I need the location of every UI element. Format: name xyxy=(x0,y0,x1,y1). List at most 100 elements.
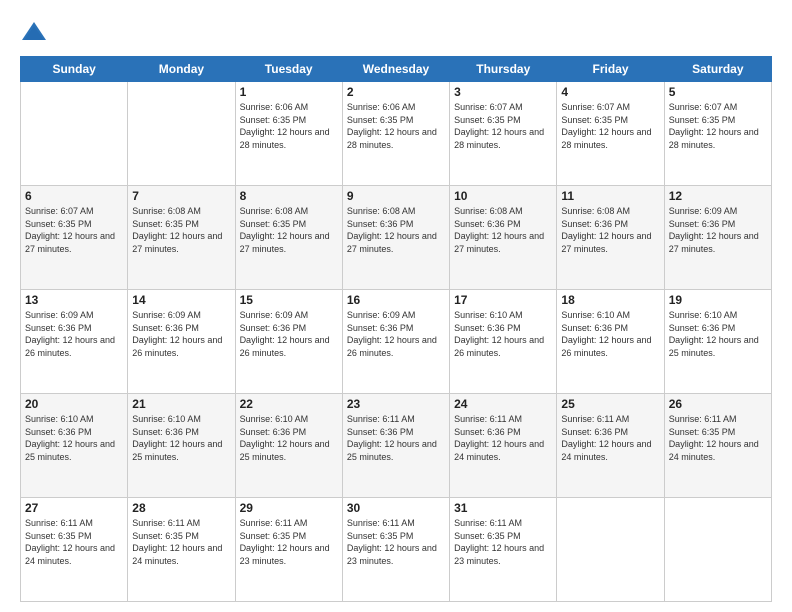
calendar-cell: 11 Sunrise: 6:08 AM Sunset: 6:36 PM Dayli… xyxy=(557,186,664,290)
day-number: 3 xyxy=(454,85,552,99)
day-number: 8 xyxy=(240,189,338,203)
day-info: Sunrise: 6:07 AM Sunset: 6:35 PM Dayligh… xyxy=(561,101,659,151)
day-info: Sunrise: 6:11 AM Sunset: 6:35 PM Dayligh… xyxy=(240,517,338,567)
day-number: 23 xyxy=(347,397,445,411)
calendar-header-sunday: Sunday xyxy=(21,57,128,82)
day-info: Sunrise: 6:07 AM Sunset: 6:35 PM Dayligh… xyxy=(669,101,767,151)
day-info: Sunrise: 6:11 AM Sunset: 6:35 PM Dayligh… xyxy=(132,517,230,567)
calendar-cell: 26 Sunrise: 6:11 AM Sunset: 6:35 PM Dayli… xyxy=(664,394,771,498)
calendar-cell: 1 Sunrise: 6:06 AM Sunset: 6:35 PM Daylig… xyxy=(235,82,342,186)
day-number: 29 xyxy=(240,501,338,515)
calendar-cell: 31 Sunrise: 6:11 AM Sunset: 6:35 PM Dayli… xyxy=(450,498,557,602)
day-info: Sunrise: 6:09 AM Sunset: 6:36 PM Dayligh… xyxy=(240,309,338,359)
calendar-cell: 25Sunrise: 6:11 AM Sunset: 6:36 PM Dayli… xyxy=(557,394,664,498)
header xyxy=(20,18,772,46)
day-number: 21 xyxy=(132,397,230,411)
calendar-cell: 5 Sunrise: 6:07 AM Sunset: 6:35 PM Daylig… xyxy=(664,82,771,186)
day-info: Sunrise: 6:10 AM Sunset: 6:36 PM Dayligh… xyxy=(240,413,338,463)
calendar-header-wednesday: Wednesday xyxy=(342,57,449,82)
day-info: Sunrise: 6:09 AM Sunset: 6:36 PM Dayligh… xyxy=(132,309,230,359)
calendar-cell: 10 Sunrise: 6:08 AM Sunset: 6:36 PM Dayli… xyxy=(450,186,557,290)
calendar-header-monday: Monday xyxy=(128,57,235,82)
day-number: 18 xyxy=(561,293,659,307)
day-number: 13 xyxy=(25,293,123,307)
calendar-cell xyxy=(664,498,771,602)
calendar-cell: 27 Sunrise: 6:11 AM Sunset: 6:35 PM Dayli… xyxy=(21,498,128,602)
calendar-cell: 8 Sunrise: 6:08 AM Sunset: 6:35 PM Daylig… xyxy=(235,186,342,290)
calendar-cell: 30Sunrise: 6:11 AM Sunset: 6:35 PM Dayli… xyxy=(342,498,449,602)
day-info: Sunrise: 6:08 AM Sunset: 6:36 PM Dayligh… xyxy=(454,205,552,255)
day-number: 7 xyxy=(132,189,230,203)
calendar-cell: 13 Sunrise: 6:09 AM Sunset: 6:36 PM Dayli… xyxy=(21,290,128,394)
calendar-cell: 23Sunrise: 6:11 AM Sunset: 6:36 PM Dayli… xyxy=(342,394,449,498)
day-number: 24 xyxy=(454,397,552,411)
day-info: Sunrise: 6:06 AM Sunset: 6:35 PM Dayligh… xyxy=(240,101,338,151)
day-number: 14 xyxy=(132,293,230,307)
day-info: Sunrise: 6:09 AM Sunset: 6:36 PM Dayligh… xyxy=(347,309,445,359)
day-info: Sunrise: 6:09 AM Sunset: 6:36 PM Dayligh… xyxy=(669,205,767,255)
calendar-week-row: 1 Sunrise: 6:06 AM Sunset: 6:35 PM Daylig… xyxy=(21,82,772,186)
day-number: 27 xyxy=(25,501,123,515)
day-info: Sunrise: 6:06 AM Sunset: 6:35 PM Dayligh… xyxy=(347,101,445,151)
calendar-cell: 22 Sunrise: 6:10 AM Sunset: 6:36 PM Dayli… xyxy=(235,394,342,498)
day-info: Sunrise: 6:10 AM Sunset: 6:36 PM Dayligh… xyxy=(669,309,767,359)
day-info: Sunrise: 6:10 AM Sunset: 6:36 PM Dayligh… xyxy=(454,309,552,359)
day-number: 31 xyxy=(454,501,552,515)
day-info: Sunrise: 6:11 AM Sunset: 6:36 PM Dayligh… xyxy=(561,413,659,463)
day-info: Sunrise: 6:11 AM Sunset: 6:36 PM Dayligh… xyxy=(454,413,552,463)
day-info: Sunrise: 6:11 AM Sunset: 6:35 PM Dayligh… xyxy=(669,413,767,463)
calendar-cell: 15 Sunrise: 6:09 AM Sunset: 6:36 PM Dayli… xyxy=(235,290,342,394)
logo-icon xyxy=(20,18,48,46)
calendar-cell: 28 Sunrise: 6:11 AM Sunset: 6:35 PM Dayli… xyxy=(128,498,235,602)
calendar-cell: 3 Sunrise: 6:07 AM Sunset: 6:35 PM Daylig… xyxy=(450,82,557,186)
day-number: 11 xyxy=(561,189,659,203)
day-number: 26 xyxy=(669,397,767,411)
calendar-cell xyxy=(128,82,235,186)
day-number: 22 xyxy=(240,397,338,411)
day-number: 19 xyxy=(669,293,767,307)
calendar-cell: 4 Sunrise: 6:07 AM Sunset: 6:35 PM Daylig… xyxy=(557,82,664,186)
day-number: 17 xyxy=(454,293,552,307)
day-number: 1 xyxy=(240,85,338,99)
day-number: 2 xyxy=(347,85,445,99)
calendar-week-row: 6 Sunrise: 6:07 AM Sunset: 6:35 PM Daylig… xyxy=(21,186,772,290)
calendar-cell xyxy=(557,498,664,602)
calendar-cell: 24 Sunrise: 6:11 AM Sunset: 6:36 PM Dayli… xyxy=(450,394,557,498)
calendar-cell: 19 Sunrise: 6:10 AM Sunset: 6:36 PM Dayli… xyxy=(664,290,771,394)
day-info: Sunrise: 6:10 AM Sunset: 6:36 PM Dayligh… xyxy=(132,413,230,463)
calendar-header-friday: Friday xyxy=(557,57,664,82)
calendar-table: SundayMondayTuesdayWednesdayThursdayFrid… xyxy=(20,56,772,602)
calendar-cell: 9 Sunrise: 6:08 AM Sunset: 6:36 PM Daylig… xyxy=(342,186,449,290)
day-number: 20 xyxy=(25,397,123,411)
calendar-cell: 2 Sunrise: 6:06 AM Sunset: 6:35 PM Daylig… xyxy=(342,82,449,186)
day-number: 10 xyxy=(454,189,552,203)
day-number: 15 xyxy=(240,293,338,307)
day-number: 6 xyxy=(25,189,123,203)
day-info: Sunrise: 6:10 AM Sunset: 6:36 PM Dayligh… xyxy=(25,413,123,463)
calendar-cell: 18 Sunrise: 6:10 AM Sunset: 6:36 PM Dayli… xyxy=(557,290,664,394)
day-number: 5 xyxy=(669,85,767,99)
day-info: Sunrise: 6:08 AM Sunset: 6:36 PM Dayligh… xyxy=(561,205,659,255)
logo xyxy=(20,18,52,46)
day-info: Sunrise: 6:10 AM Sunset: 6:36 PM Dayligh… xyxy=(561,309,659,359)
day-number: 16 xyxy=(347,293,445,307)
day-number: 9 xyxy=(347,189,445,203)
day-info: Sunrise: 6:08 AM Sunset: 6:35 PM Dayligh… xyxy=(132,205,230,255)
calendar-cell: 20 Sunrise: 6:10 AM Sunset: 6:36 PM Dayli… xyxy=(21,394,128,498)
calendar-header-saturday: Saturday xyxy=(664,57,771,82)
calendar-cell: 14 Sunrise: 6:09 AM Sunset: 6:36 PM Dayli… xyxy=(128,290,235,394)
calendar-cell: 6 Sunrise: 6:07 AM Sunset: 6:35 PM Daylig… xyxy=(21,186,128,290)
calendar-cell: 16 Sunrise: 6:09 AM Sunset: 6:36 PM Dayli… xyxy=(342,290,449,394)
calendar-cell: 21 Sunrise: 6:10 AM Sunset: 6:36 PM Dayli… xyxy=(128,394,235,498)
day-info: Sunrise: 6:11 AM Sunset: 6:35 PM Dayligh… xyxy=(25,517,123,567)
day-number: 12 xyxy=(669,189,767,203)
calendar-cell: 17 Sunrise: 6:10 AM Sunset: 6:36 PM Dayli… xyxy=(450,290,557,394)
day-info: Sunrise: 6:07 AM Sunset: 6:35 PM Dayligh… xyxy=(25,205,123,255)
day-info: Sunrise: 6:08 AM Sunset: 6:36 PM Dayligh… xyxy=(347,205,445,255)
day-info: Sunrise: 6:08 AM Sunset: 6:35 PM Dayligh… xyxy=(240,205,338,255)
day-info: Sunrise: 6:07 AM Sunset: 6:35 PM Dayligh… xyxy=(454,101,552,151)
day-number: 4 xyxy=(561,85,659,99)
day-info: Sunrise: 6:09 AM Sunset: 6:36 PM Dayligh… xyxy=(25,309,123,359)
day-number: 28 xyxy=(132,501,230,515)
day-info: Sunrise: 6:11 AM Sunset: 6:35 PM Dayligh… xyxy=(454,517,552,567)
